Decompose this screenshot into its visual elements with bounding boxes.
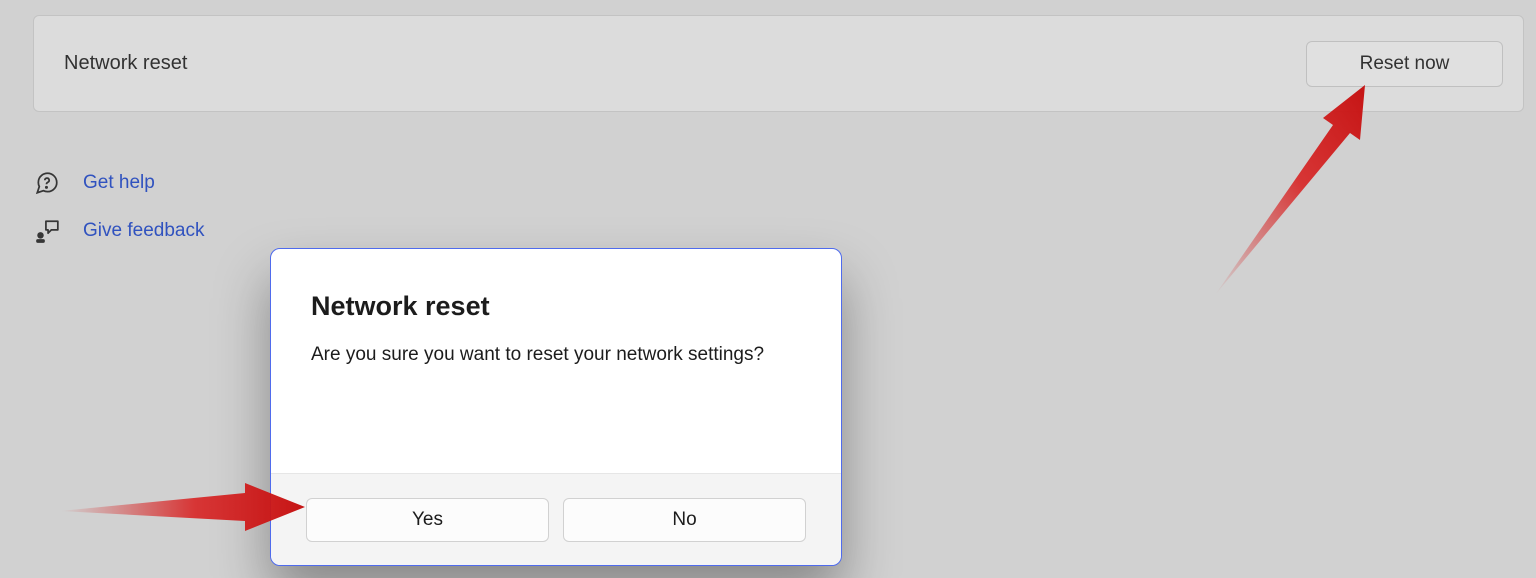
- feedback-icon: [33, 217, 61, 245]
- help-icon: [33, 169, 61, 197]
- give-feedback-link[interactable]: Give feedback: [33, 217, 204, 245]
- dialog-body: Network reset Are you sure you want to r…: [271, 249, 841, 473]
- card-title: Network reset: [64, 52, 187, 75]
- annotation-arrow-reset-now-icon: [1205, 80, 1380, 295]
- yes-button[interactable]: Yes: [306, 498, 549, 542]
- no-button[interactable]: No: [563, 498, 806, 542]
- reset-now-button[interactable]: Reset now: [1306, 41, 1503, 87]
- annotation-arrow-yes-icon: [60, 480, 305, 540]
- network-reset-dialog: Network reset Are you sure you want to r…: [270, 248, 842, 566]
- get-help-label: Get help: [83, 172, 155, 194]
- dialog-actions: Yes No: [271, 473, 841, 565]
- network-reset-card: Network reset Reset now: [33, 15, 1524, 112]
- get-help-link[interactable]: Get help: [33, 169, 155, 197]
- dialog-message: Are you sure you want to reset your netw…: [311, 344, 801, 366]
- give-feedback-label: Give feedback: [83, 220, 204, 242]
- dialog-title: Network reset: [311, 291, 801, 322]
